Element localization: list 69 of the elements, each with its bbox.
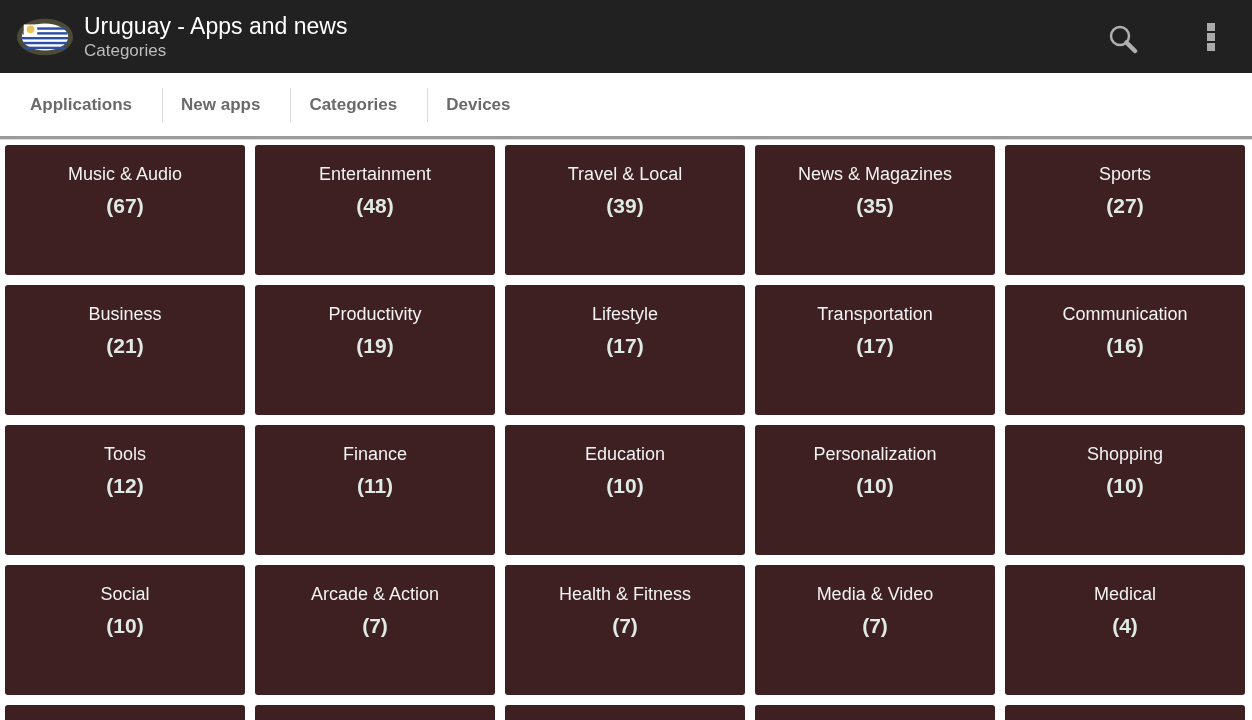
category-name: Personalization: [813, 443, 937, 466]
search-icon[interactable]: [1108, 23, 1138, 54]
category-tile[interactable]: Social (10): [5, 565, 245, 695]
nav-tab[interactable]: Devices: [428, 84, 541, 125]
category-tile[interactable]: Shopping (10): [1005, 425, 1245, 555]
category-name: Education: [584, 443, 666, 466]
category-name: Productivity: [328, 303, 422, 326]
category-tile[interactable]: Transportation (17): [755, 285, 995, 415]
category-name: Arcade & Action: [310, 583, 440, 606]
category-count: (27): [1106, 193, 1144, 219]
nav-tab[interactable]: Applications: [12, 84, 162, 125]
category-count: (7): [362, 613, 388, 639]
category-tile[interactable]: Music & Audio (67): [5, 145, 245, 275]
category-tile[interactable]: Personalization (10): [755, 425, 995, 555]
category-count: (10): [106, 613, 144, 639]
category-count: (39): [606, 193, 644, 219]
category-count: (12): [106, 473, 144, 499]
category-count: (7): [862, 613, 888, 639]
category-tile[interactable]: Media & Video (7): [755, 565, 995, 695]
category-count: (17): [856, 333, 894, 359]
category-tile[interactable]: Sports (27): [1005, 145, 1245, 275]
category-name: Sports: [1099, 163, 1151, 186]
category-name: Media & Video: [816, 583, 934, 606]
category-tile[interactable]: Tools (12): [5, 425, 245, 555]
category-tile[interactable]: Entertainment (48): [255, 145, 495, 275]
category-name: Finance: [342, 443, 407, 466]
category-name: Tools: [104, 443, 146, 466]
category-tile[interactable]: Business (21): [5, 285, 245, 415]
category-name: Business: [88, 303, 162, 326]
overflow-menu-icon[interactable]: [1207, 22, 1215, 51]
category-name: Music & Audio: [67, 163, 183, 186]
category-name: Medical: [1094, 583, 1156, 606]
category-name: Entertainment: [318, 163, 432, 186]
category-tile[interactable]: News & Magazines (35): [755, 145, 995, 275]
category-name: Shopping: [1086, 443, 1164, 466]
category-count: (19): [356, 333, 394, 359]
app-subtitle: Categories: [84, 39, 168, 62]
category-name: Lifestyle: [591, 303, 658, 326]
category-count: (10): [606, 473, 644, 499]
category-tile[interactable]: Communication (16): [1005, 285, 1245, 415]
category-tile[interactable]: Travel & Local (39): [505, 145, 745, 275]
category-count: (10): [856, 473, 894, 499]
flag-icon[interactable]: [16, 16, 74, 57]
category-name: Communication: [1062, 303, 1188, 326]
category-name: News & Magazines: [797, 163, 953, 186]
category-tile[interactable]: Lifestyle (17): [505, 285, 745, 415]
app-title: Uruguay - Apps and news: [84, 11, 349, 40]
category-count: (7): [612, 613, 638, 639]
category-tile[interactable]: Arcade & Action (7): [255, 565, 495, 695]
category-name: Transportation: [817, 303, 933, 326]
category-tile[interactable]: Productivity (19): [255, 285, 495, 415]
category-name: Travel & Local: [567, 163, 683, 186]
category-count: (67): [106, 193, 144, 219]
category-count: (4): [1112, 613, 1138, 639]
category-tile[interactable]: Education (10): [505, 425, 745, 555]
category-count: (48): [356, 193, 394, 219]
nav-tab[interactable]: Categories: [291, 84, 428, 125]
category-count: (17): [606, 333, 644, 359]
category-tile[interactable]: Health & Fitness (7): [505, 565, 745, 695]
category-name: Health & Fitness: [558, 583, 692, 606]
category-count: (16): [1106, 333, 1144, 359]
nav-tab[interactable]: New apps: [163, 84, 291, 125]
category-count: (35): [856, 193, 894, 219]
category-count: (11): [356, 473, 394, 499]
category-tile[interactable]: Medical (4): [1005, 565, 1245, 695]
category-name: Social: [100, 583, 150, 606]
category-tile[interactable]: Finance (11): [255, 425, 495, 555]
category-count: (21): [106, 333, 144, 359]
category-count: (10): [1106, 473, 1144, 499]
